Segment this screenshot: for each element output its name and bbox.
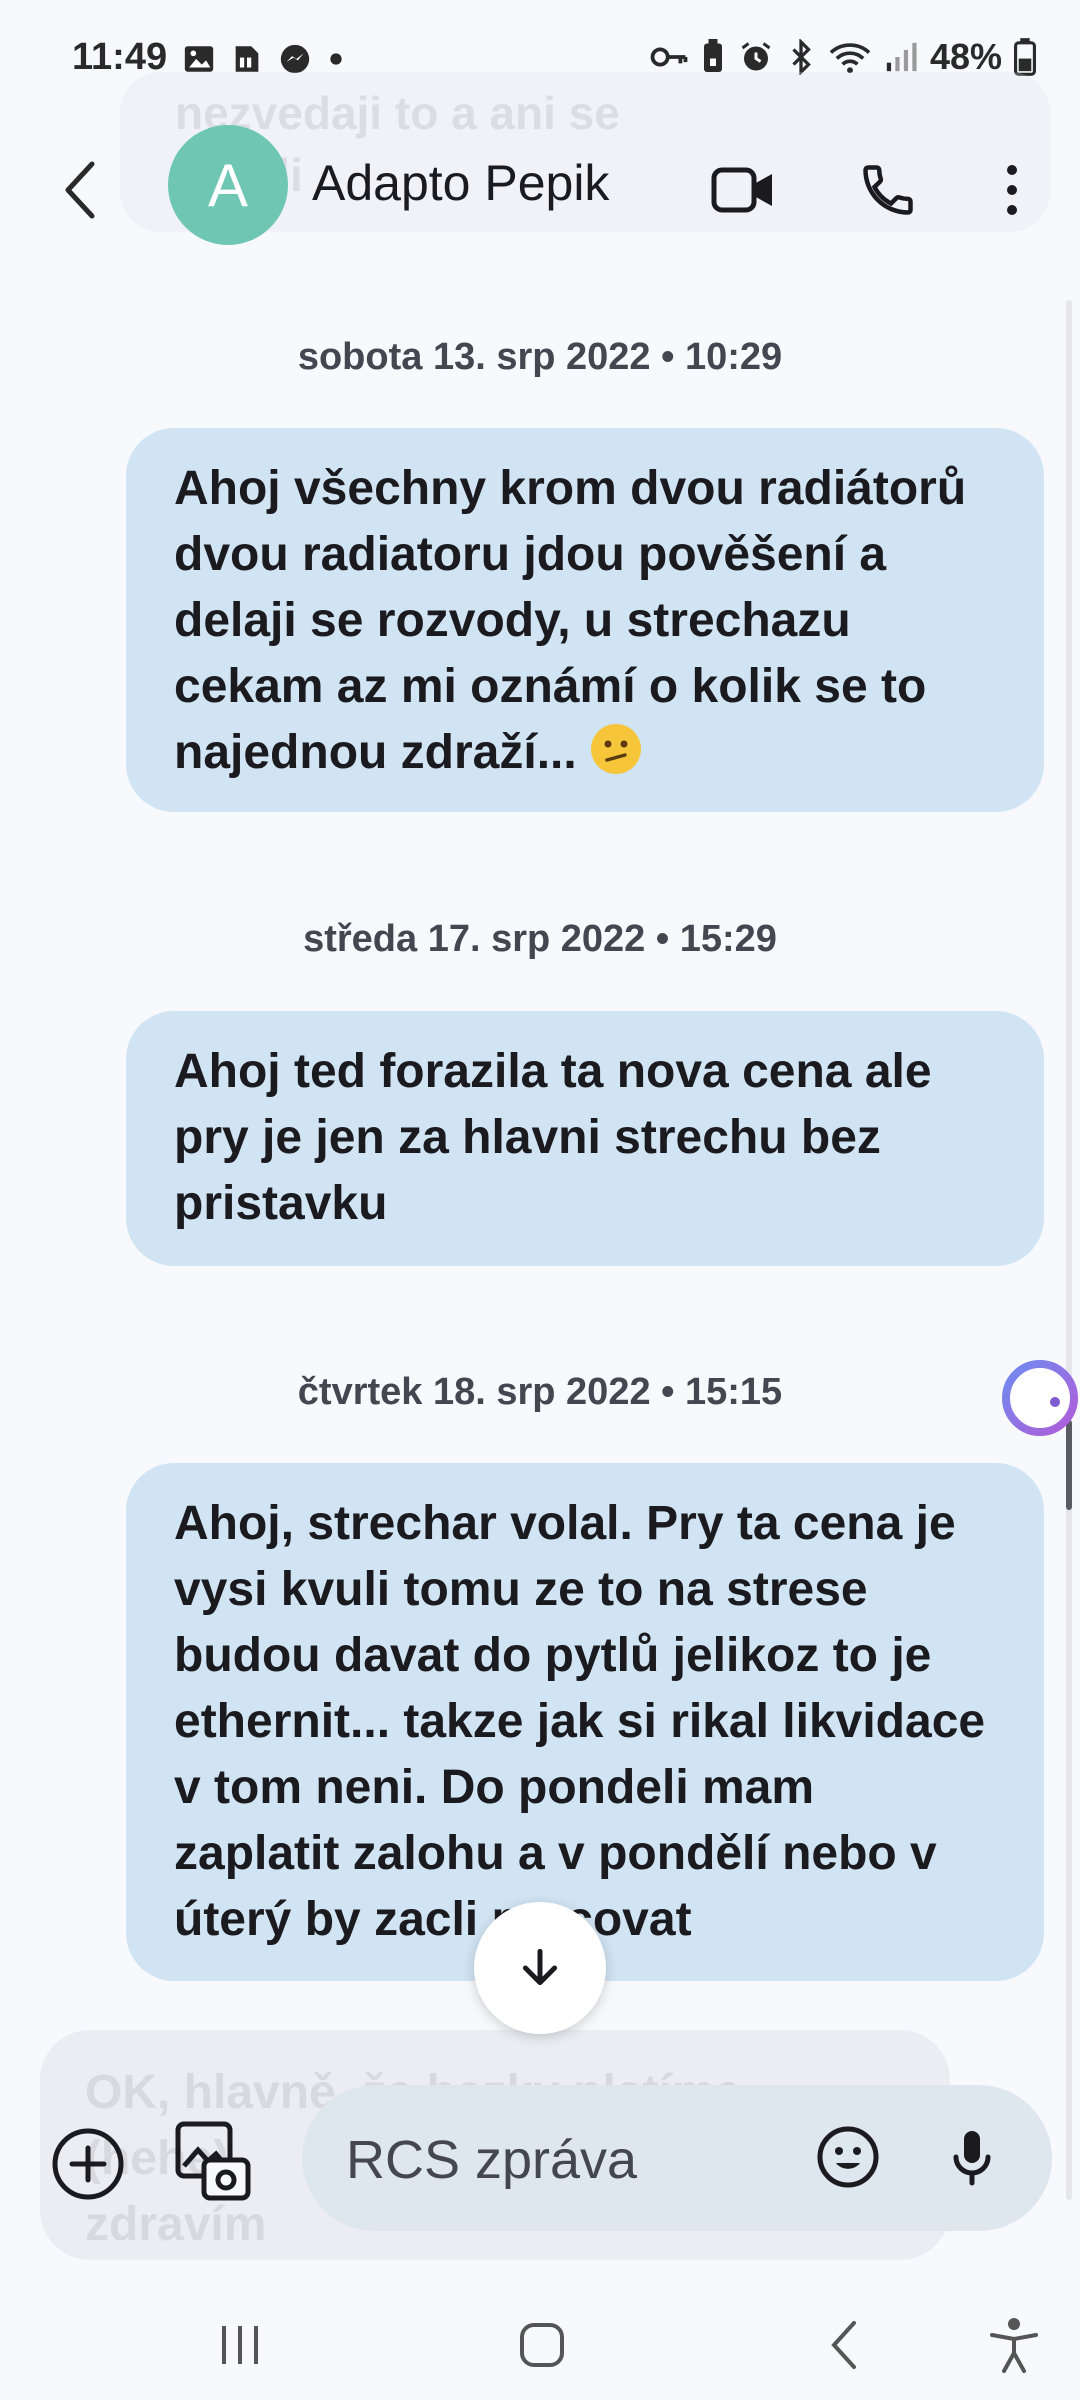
phone-icon (863, 165, 913, 215)
message-text: Ahoj ted forazila ta nova cena ale pry j… (174, 1045, 932, 1230)
video-call-button[interactable] (703, 150, 783, 230)
accessibility-button[interactable] (974, 2310, 1054, 2380)
status-left-icons (182, 42, 346, 76)
system-nav-bar (0, 2280, 1080, 2400)
video-camera-icon (711, 167, 772, 213)
chevron-left-icon (831, 2321, 856, 2369)
back-button[interactable] (48, 150, 118, 230)
accessibility-icon (990, 2318, 1038, 2373)
bluetooth-icon (792, 39, 811, 75)
floating-assistant-icon[interactable] (1000, 1358, 1080, 1438)
scroll-to-bottom-button[interactable] (474, 1902, 606, 2034)
back-arrow-icon (65, 161, 95, 219)
message-input[interactable]: RCS zpráva (302, 2085, 1052, 2231)
gallery-icon (184, 46, 214, 72)
emoji-button[interactable] (808, 2117, 888, 2197)
message-text: Ahoj, strechar volal. Pry ta cena je vys… (174, 1497, 986, 1946)
key-icon (650, 47, 688, 67)
home-icon (520, 2323, 564, 2367)
recent-apps-icon (222, 2326, 258, 2364)
message-bubble[interactable]: Ahoj, strechar volal. Pry ta cena je vys… (126, 1463, 1044, 1981)
voice-record-button[interactable] (932, 2117, 1012, 2197)
conversation-header: A Adapto Pepik (0, 110, 1080, 260)
battery-icon (1014, 38, 1036, 76)
alarm-icon (741, 42, 771, 71)
messenger-icon (280, 44, 310, 74)
voice-call-button[interactable] (848, 150, 928, 230)
more-vert-icon (1007, 165, 1017, 215)
contact-name[interactable]: Adapto Pepik (312, 154, 609, 212)
message-text: Ahoj všechny krom dvou radiátorů dvou ra… (174, 462, 967, 779)
wifi-icon (829, 43, 871, 74)
signal-icon (886, 42, 917, 72)
date-separator: čtvrtek 18. srp 2022 • 15:15 (297, 1371, 783, 1413)
date-separator: středa 17. srp 2022 • 15:29 (303, 918, 777, 960)
battery-saver-icon (703, 39, 722, 72)
message-bubble[interactable]: Ahoj ted forazila ta nova cena ale pry j… (126, 1011, 1044, 1266)
date-separator: sobota 13. srp 2022 • 10:29 (297, 336, 783, 378)
emoji-smile-icon (817, 2126, 879, 2188)
gallery-button[interactable] (170, 2120, 254, 2204)
back-nav-button[interactable] (805, 2310, 885, 2380)
microphone-icon (953, 2131, 991, 2186)
add-attachment-button[interactable] (48, 2124, 128, 2204)
dot-icon (330, 53, 342, 65)
confused-face-icon (590, 724, 641, 774)
avatar[interactable]: A (168, 125, 288, 245)
sim-icon (235, 46, 259, 72)
message-bubble[interactable]: Ahoj všechny krom dvou radiátorů dvou ra… (126, 428, 1044, 812)
gallery-camera-icon (175, 2121, 251, 2201)
compose-bar: RCS zpráva (0, 2080, 1080, 2240)
scrollbar-track[interactable] (1066, 300, 1072, 2200)
home-button[interactable] (502, 2310, 582, 2380)
recent-apps-button[interactable] (200, 2310, 280, 2380)
message-input-placeholder: RCS zpráva (346, 2130, 638, 2190)
more-options-button[interactable] (972, 150, 1052, 230)
add-circle-icon (52, 2128, 124, 2200)
arrow-down-icon (522, 1948, 558, 1986)
